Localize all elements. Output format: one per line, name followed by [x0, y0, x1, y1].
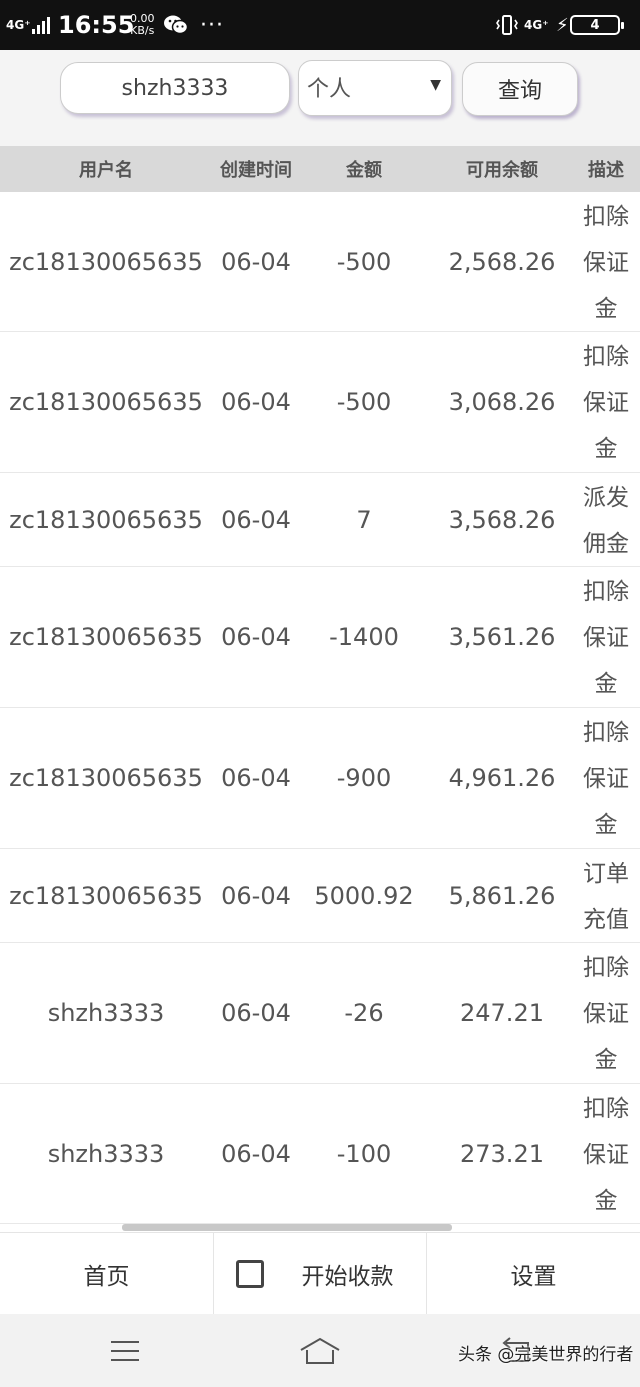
- table-row: zc18130065635 06-04 -1400 3,561.26 扣除保证金: [0, 567, 640, 708]
- net-speed-unit: KB/s: [130, 24, 155, 37]
- tab-home[interactable]: 首页: [0, 1233, 214, 1315]
- table-header: 用户名 创建时间 金额 可用余额 描述: [0, 146, 640, 192]
- network-type: 4G⁺: [6, 18, 31, 32]
- cell-username: shzh3333: [47, 999, 165, 1027]
- header-amount: 金额: [346, 160, 382, 181]
- account-type-select[interactable]: 个人 ▼: [298, 60, 452, 116]
- cell-username: zc18130065635: [9, 247, 203, 276]
- cell-description: 派发佣金: [583, 484, 629, 557]
- cell-username: zc18130065635: [9, 764, 203, 792]
- header-created-time: 创建时间: [220, 160, 292, 181]
- table-row: shzh3333 06-04 -26 247.21 扣除保证金: [0, 943, 640, 1084]
- tab-settings[interactable]: 设置: [427, 1233, 640, 1315]
- cell-balance: 3,568.26: [448, 505, 556, 534]
- battery-icon: 4: [570, 0, 624, 50]
- cell-username: shzh3333: [47, 1139, 165, 1168]
- cell-amount: 5000.92: [314, 881, 414, 910]
- table-row: zc18130065635 06-04 7 3,568.26 派发佣金: [0, 473, 640, 567]
- username-search-input[interactable]: [60, 62, 290, 114]
- header-username: 用户名: [79, 160, 133, 181]
- cell-amount: -900: [336, 764, 392, 792]
- account-type-value: 个人: [307, 77, 352, 102]
- cell-description: 扣除保证金: [583, 203, 629, 322]
- charging-icon: ⚡: [556, 14, 569, 36]
- tab-start-collect-label: 开始收款: [301, 1264, 394, 1290]
- bottom-tab-bar: 首页 开始收款 设置: [0, 1232, 640, 1315]
- net-speed: 0.00 KB/s: [130, 0, 155, 50]
- cell-description: 扣除保证金: [583, 579, 629, 697]
- cell-amount: -500: [336, 388, 392, 416]
- start-collect-checkbox[interactable]: [235, 1260, 264, 1288]
- tab-settings-label: 设置: [510, 1264, 557, 1290]
- header-description: 描述: [588, 160, 624, 181]
- cell-date: 06-04: [221, 623, 291, 651]
- cell-balance: 5,861.26: [448, 881, 556, 910]
- transaction-table[interactable]: zc18130065635 06-04 -500 2,568.26 扣除保证金 …: [0, 192, 640, 1224]
- clock: 16:55: [58, 11, 135, 39]
- cell-description: 扣除保证金: [583, 344, 629, 462]
- cell-date: 06-04: [221, 505, 291, 534]
- cell-date: 06-04: [221, 764, 291, 792]
- tab-start-collect[interactable]: 开始收款: [213, 1233, 427, 1315]
- cell-description: 订单充值: [583, 860, 629, 933]
- cell-date: 06-04: [221, 881, 291, 910]
- cell-username: zc18130065635: [9, 505, 203, 534]
- cell-username: zc18130065635: [9, 881, 203, 910]
- home-icon[interactable]: [295, 1314, 345, 1387]
- cell-username: zc18130065635: [9, 623, 203, 651]
- cell-description: 扣除保证金: [583, 955, 629, 1073]
- cell-balance: 3,068.26: [448, 388, 556, 416]
- watermark-text: 头条 @完美世界的行者: [458, 1345, 634, 1365]
- cell-amount: -1400: [329, 623, 399, 651]
- cell-balance: 2,568.26: [448, 247, 556, 276]
- battery-level: 4: [590, 17, 600, 33]
- vibrate-icon: [496, 0, 518, 50]
- status-bar: 4G⁺ 16:55 0.00 KB/s ··· 4G⁺ ⚡ 4: [0, 0, 640, 50]
- cell-balance: 3,561.26: [448, 623, 556, 651]
- cell-balance: 4,961.26: [448, 764, 556, 792]
- cell-amount: -26: [344, 999, 384, 1027]
- wechat-icon: [164, 0, 188, 50]
- cell-date: 06-04: [221, 1139, 291, 1168]
- cell-username: zc18130065635: [9, 388, 203, 416]
- table-row: zc18130065635 06-04 -900 4,961.26 扣除保证金: [0, 708, 640, 849]
- cell-date: 06-04: [221, 247, 291, 276]
- cell-description: 扣除保证金: [583, 1095, 629, 1214]
- cell-amount: 7: [356, 505, 372, 534]
- table-row: zc18130065635 06-04 5000.92 5,861.26 订单充…: [0, 849, 640, 943]
- search-bar: 个人 ▼ 查询: [0, 50, 640, 146]
- signal-icon: 4G⁺: [6, 0, 52, 50]
- cell-amount: -500: [336, 247, 392, 276]
- menu-icon[interactable]: [100, 1314, 150, 1387]
- cell-date: 06-04: [221, 388, 291, 416]
- table-row: shzh3333 06-04 -100 273.21 扣除保证金: [0, 1084, 640, 1224]
- cell-description: 扣除保证金: [583, 720, 629, 838]
- network-type-2: 4G⁺: [524, 18, 549, 32]
- cell-balance: 273.21: [460, 1139, 544, 1168]
- query-button[interactable]: 查询: [462, 62, 578, 116]
- header-available-balance: 可用余额: [466, 160, 538, 181]
- table-row: zc18130065635 06-04 -500 3,068.26 扣除保证金: [0, 332, 640, 473]
- cell-balance: 247.21: [460, 999, 544, 1027]
- cell-date: 06-04: [221, 999, 291, 1027]
- cell-amount: -100: [336, 1139, 392, 1168]
- dropdown-arrow-icon: ▼: [430, 77, 441, 93]
- table-row: zc18130065635 06-04 -500 2,568.26 扣除保证金: [0, 192, 640, 332]
- more-dots-icon: ···: [200, 12, 224, 38]
- tab-home-label: 首页: [83, 1264, 130, 1290]
- horizontal-scrollbar[interactable]: [122, 1224, 452, 1231]
